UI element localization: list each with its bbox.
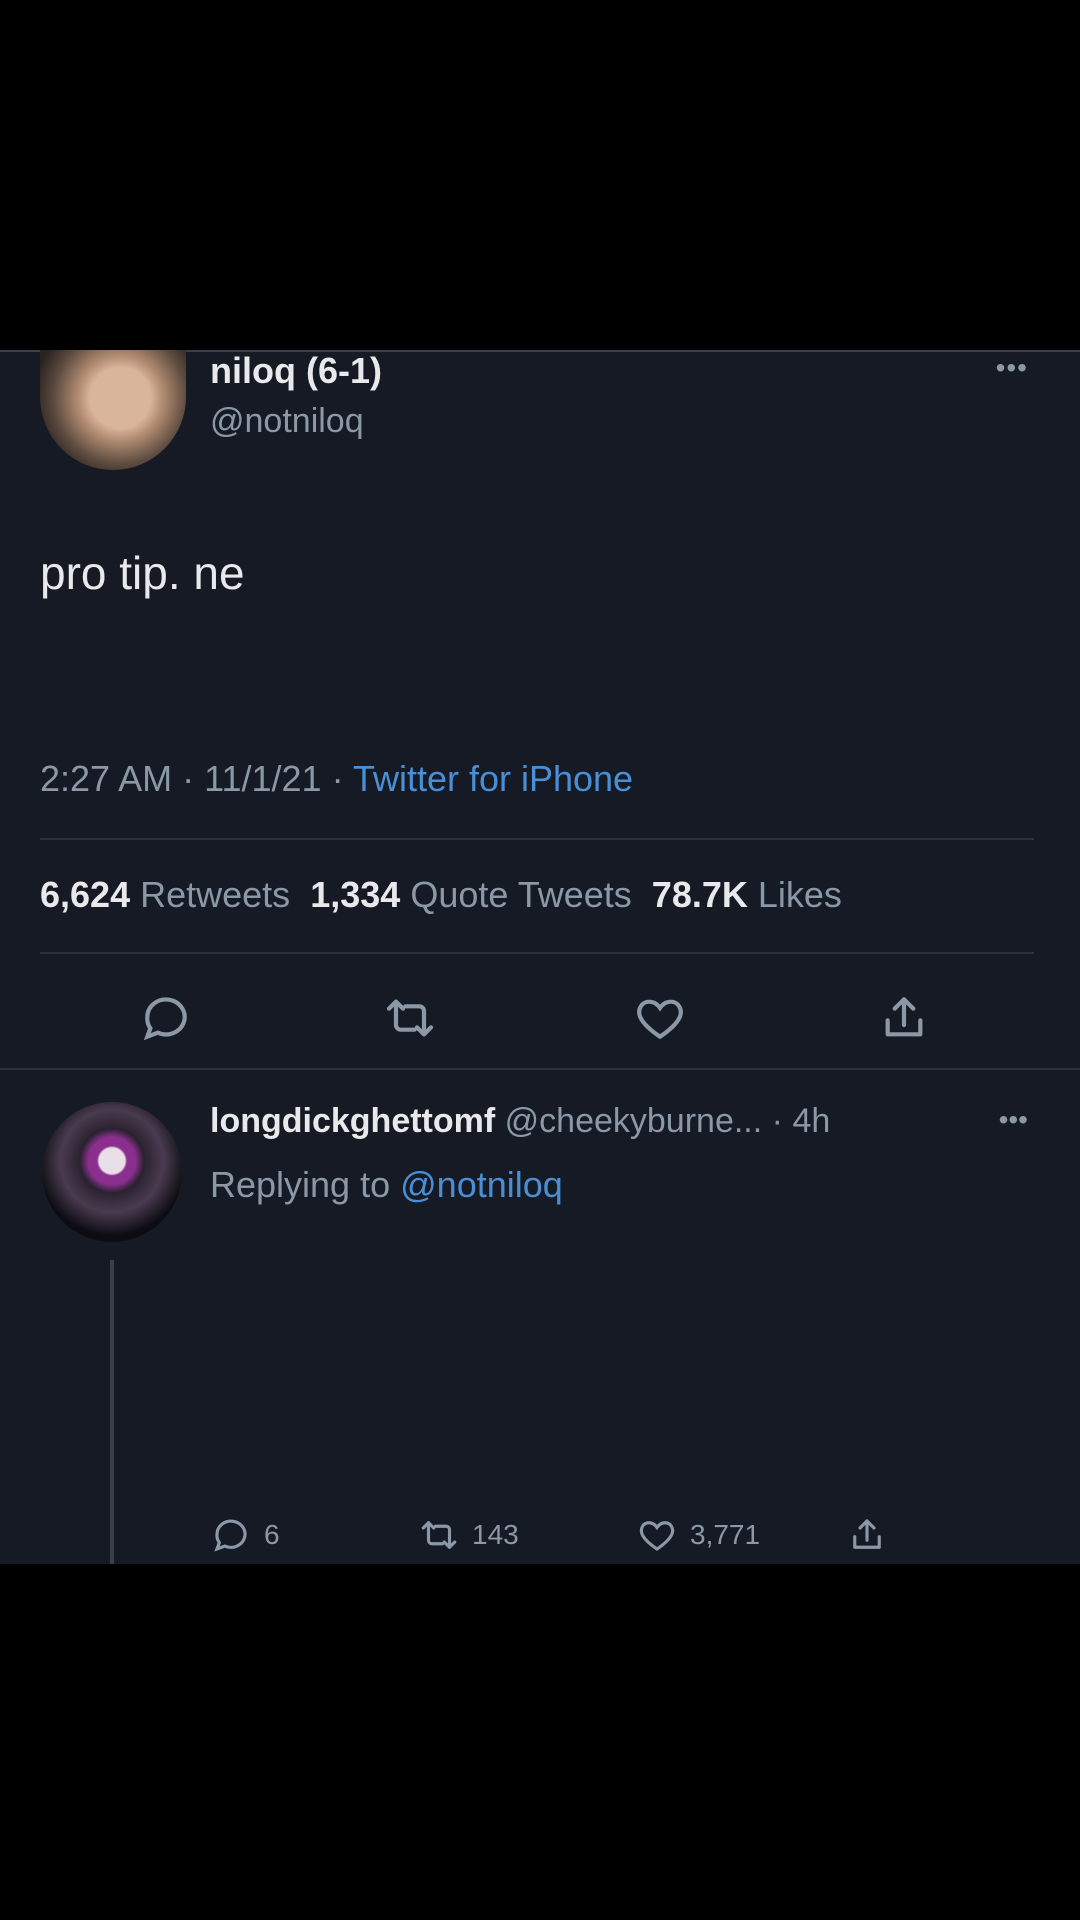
like-icon (639, 1521, 675, 1551)
quotes-label: Quote Tweets (410, 874, 632, 915)
divider (40, 838, 1034, 840)
reply-retweets-count: 143 (472, 1519, 519, 1550)
retweets-stat[interactable]: 6,624 Retweets (40, 874, 290, 915)
reply-author-avatar[interactable] (42, 1102, 182, 1242)
tweet-time: 2:27 AM (40, 758, 173, 799)
likes-count: 78.7K (651, 874, 748, 915)
author-handle[interactable]: @notniloq (210, 402, 364, 441)
quotes-stat[interactable]: 1,334 Quote Tweets (310, 874, 632, 915)
share-icon (853, 1519, 881, 1549)
replying-to: Replying to @notniloq (210, 1164, 563, 1206)
reply-actions: 6 143 3,771 (0, 1514, 1080, 1564)
meta-separator: · (182, 758, 195, 799)
reply-icon (214, 1519, 247, 1552)
tweet-panel: niloq (6-1) @notniloq ••• pro tip. nе 2:… (0, 350, 1080, 1564)
meta-separator: · (771, 1102, 783, 1140)
likes-stat[interactable]: 78.7K Likes (652, 874, 842, 915)
meta-separator: · (331, 758, 344, 799)
tweet-stats: 6,624 Retweets 1,334 Quote Tweets 78.7K … (40, 874, 842, 916)
retweet-icon[interactable] (382, 990, 438, 1046)
share-icon[interactable] (876, 990, 932, 1046)
replying-mention-link[interactable]: @notniloq (400, 1164, 563, 1205)
reply-replies-count: 6 (264, 1519, 280, 1550)
more-options-icon[interactable]: ••• (996, 352, 1028, 384)
reply-handle[interactable]: @cheekyburne... (505, 1102, 763, 1140)
retweet-icon (421, 1521, 457, 1549)
retweets-count: 6,624 (40, 874, 131, 915)
tweet-source-link[interactable]: Twitter for iPhone (353, 758, 633, 799)
screen: niloq (6-1) @notniloq ••• pro tip. nе 2:… (0, 0, 1080, 1920)
author-avatar[interactable] (40, 350, 186, 470)
likes-label: Likes (757, 874, 842, 915)
section-divider (0, 1068, 1080, 1070)
divider (40, 952, 1034, 954)
reply-header: longdickghettomf @cheekyburne... · 4h (210, 1102, 830, 1141)
author-display-name[interactable]: niloq (6-1) (210, 350, 382, 392)
reply-like-button[interactable]: 3,771 (636, 1514, 760, 1556)
reply-retweet-button[interactable]: 143 (418, 1514, 519, 1556)
tweet-meta: 2:27 AM · 11/1/21 · Twitter for iPhone (40, 758, 633, 800)
retweets-label: Retweets (140, 874, 291, 915)
quotes-count: 1,334 (310, 874, 401, 915)
like-icon[interactable] (632, 990, 688, 1046)
reply-time: 4h (792, 1102, 831, 1140)
reply-more-options-icon[interactable]: ••• (999, 1104, 1028, 1136)
tweet-date: 11/1/21 (204, 758, 322, 799)
tweet-actions (0, 990, 1080, 1050)
reply-reply-button[interactable]: 6 (210, 1514, 280, 1556)
reply-likes-count: 3,771 (690, 1519, 761, 1550)
replying-prefix: Replying to (210, 1164, 391, 1205)
reply-share-button[interactable] (846, 1514, 888, 1556)
reply-display-name[interactable]: longdickghettomf (210, 1102, 495, 1140)
reply-icon[interactable] (138, 990, 194, 1046)
tweet-text: pro tip. nе (40, 547, 245, 599)
